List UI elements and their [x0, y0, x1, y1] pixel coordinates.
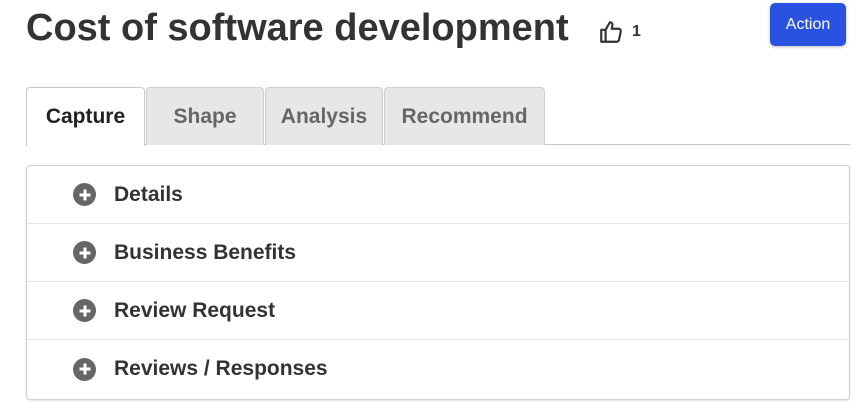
accordion-item-review-request[interactable]: Review Request — [27, 282, 849, 340]
accordion-label: Details — [114, 182, 183, 206]
thumbs-up-icon[interactable] — [598, 19, 624, 45]
accordion-item-details[interactable]: Details — [27, 166, 849, 224]
accordion-label: Business Benefits — [114, 240, 297, 264]
plus-circle-icon[interactable] — [73, 183, 96, 206]
plus-circle-icon[interactable] — [73, 241, 96, 264]
like-count: 1 — [632, 23, 641, 40]
tab-capture[interactable]: Capture — [26, 87, 145, 146]
accordion-panel: Details Business Benefits Review Request… — [26, 165, 850, 400]
accordion-label: Reviews / Responses — [114, 357, 328, 380]
tab-recommend[interactable]: Recommend — [384, 87, 545, 145]
accordion-item-reviews-responses[interactable]: Reviews / Responses — [27, 340, 849, 398]
accordion-label: Review Request — [114, 298, 276, 322]
tab-shape[interactable]: Shape — [146, 87, 264, 145]
plus-circle-icon[interactable] — [73, 299, 96, 322]
tab-analysis[interactable]: Analysis — [265, 87, 383, 145]
accordion-item-business-benefits[interactable]: Business Benefits — [27, 224, 849, 282]
plus-circle-icon[interactable] — [73, 357, 96, 381]
page-title: Cost of software development — [26, 7, 569, 49]
action-button[interactable]: Action — [770, 3, 846, 46]
page: Cost of software development 1 Action Ca… — [0, 0, 862, 416]
like-button[interactable]: 1 — [598, 19, 641, 45]
tab-bar: Capture Shape Analysis Recommend — [26, 87, 850, 146]
